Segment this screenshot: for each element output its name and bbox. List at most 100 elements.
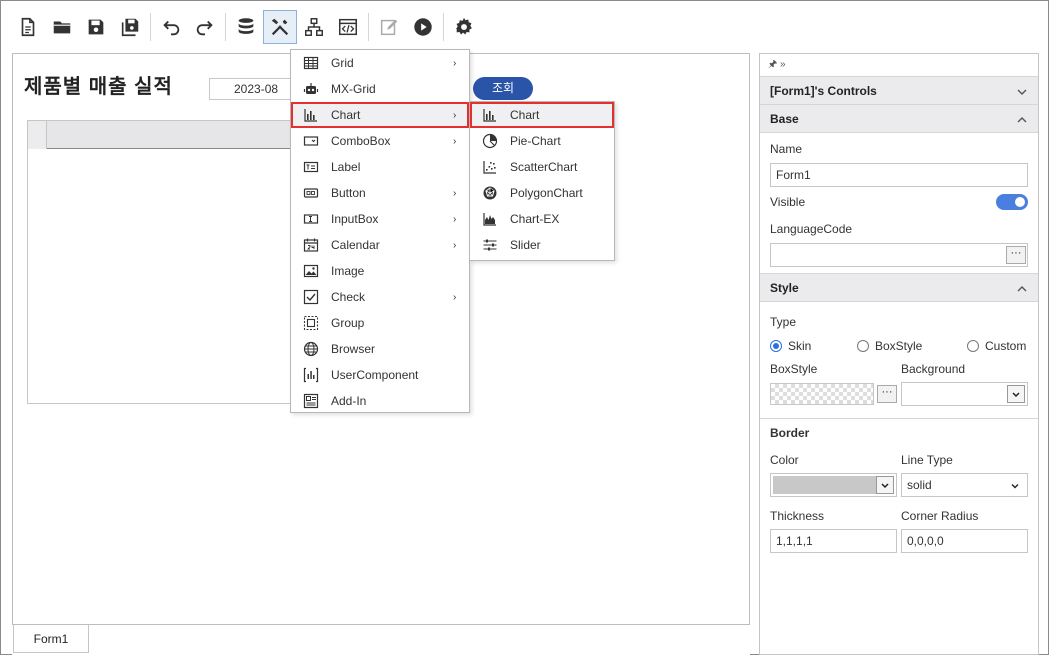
run-button[interactable] [406, 10, 440, 44]
database-button[interactable] [229, 10, 263, 44]
radio-custom-indicator [967, 340, 979, 352]
inputbox-icon [303, 214, 319, 224]
submenu-item-slider[interactable]: Slider [470, 232, 614, 258]
chevron-right-icon: › [453, 239, 457, 251]
menu-item-image[interactable]: Image [291, 258, 469, 284]
menu-item-add-in[interactable]: Add-In [291, 388, 469, 414]
menu-item-usercomponent[interactable]: UserComponent [291, 362, 469, 388]
menu-item-calendar[interactable]: Calendar › [291, 232, 469, 258]
pie-chart-icon [482, 133, 498, 149]
radio-boxstyle-label: BoxStyle [875, 339, 923, 353]
section-style-label: Style [770, 281, 799, 295]
chevron-right-icon: › [453, 187, 457, 199]
section-base-header[interactable]: Base [760, 104, 1038, 133]
chevron-up-icon [1017, 117, 1027, 123]
area-chart-icon [483, 213, 496, 226]
grid-icon [303, 56, 319, 70]
menu-item-chart[interactable]: Chart › [291, 102, 469, 128]
name-field[interactable]: Form1 [770, 163, 1028, 187]
panel-title-label: [Form1]'s Controls [770, 84, 877, 98]
settings-button[interactable] [447, 10, 481, 44]
menu-item-button[interactable]: Button › [291, 180, 469, 206]
dropdown-button[interactable] [876, 476, 894, 494]
save-button[interactable] [79, 10, 113, 44]
language-code-field[interactable] [770, 243, 1028, 267]
tab-form1[interactable]: Form1 [13, 625, 89, 653]
submenu-item-chart[interactable]: Chart [470, 102, 614, 128]
open-folder-icon [53, 21, 71, 34]
section-style-header[interactable]: Style [760, 273, 1038, 302]
menu-item-group[interactable]: Group [291, 310, 469, 336]
gear-icon [456, 17, 472, 35]
menu-item-check[interactable]: Check › [291, 284, 469, 310]
save-all-icon [121, 18, 139, 37]
menu-item-label: InputBox [331, 212, 379, 226]
grid-control[interactable] [27, 120, 327, 404]
run-icon [414, 18, 432, 36]
menu-item-browser[interactable]: Browser [291, 336, 469, 362]
menu-item-label: ComboBox [331, 134, 391, 148]
menu-item-label: Button [331, 186, 366, 200]
submenu-item-pie-chart[interactable]: Pie-Chart [470, 128, 614, 154]
add-in-icon [303, 393, 319, 409]
dropdown-button[interactable] [1007, 385, 1025, 403]
submenu-item-chart-ex[interactable]: Chart-EX [470, 206, 614, 232]
visible-label: Visible [770, 195, 806, 209]
redo-button[interactable] [188, 10, 222, 44]
color-swatch [773, 476, 876, 494]
menu-item-label: Grid [331, 56, 354, 70]
submenu-item-polygonchart[interactable]: PolygonChart [470, 180, 614, 206]
redo-icon [196, 20, 213, 36]
color-label: Color [770, 453, 799, 467]
save-all-button[interactable] [113, 10, 147, 44]
chevron-down-icon [1011, 484, 1019, 489]
radio-custom-label: Custom [985, 339, 1027, 353]
radio-boxstyle[interactable]: BoxStyle [857, 339, 922, 353]
visible-toggle[interactable] [996, 194, 1028, 210]
radio-custom[interactable]: Custom [967, 339, 1026, 353]
boxstyle-browse-button[interactable]: ··· [877, 385, 897, 403]
menu-item-label[interactable]: Label [291, 154, 469, 180]
tools-button[interactable] [263, 10, 297, 44]
code-icon [339, 18, 357, 36]
image-icon [303, 264, 319, 278]
background-color-select[interactable] [901, 382, 1028, 406]
pin-icon[interactable]: 🖈 » [768, 57, 786, 74]
radio-skin[interactable]: Skin [770, 339, 811, 353]
line-type-select[interactable]: solid [901, 473, 1028, 497]
checkbox-icon [303, 289, 319, 305]
language-code-browse-button[interactable]: ··· [1006, 246, 1026, 264]
menu-item-grid[interactable]: Grid › [291, 50, 469, 76]
button-icon [303, 188, 319, 198]
radio-boxstyle-indicator [857, 340, 869, 352]
date-input[interactable]: 2023-08 [209, 78, 299, 100]
divider [760, 418, 1038, 419]
chevron-down-icon [1012, 392, 1020, 398]
border-color-select[interactable] [770, 473, 897, 497]
menu-item-combobox[interactable]: ComboBox › [291, 128, 469, 154]
corner-radius-field[interactable]: 0,0,0,0 [901, 529, 1028, 553]
grid-corner [28, 121, 47, 149]
globe-icon [303, 341, 319, 357]
new-file-button[interactable] [11, 10, 45, 44]
robot-icon [303, 83, 319, 94]
hierarchy-button[interactable] [297, 10, 331, 44]
chevron-right-icon: › [453, 135, 457, 147]
background-label: Background [901, 362, 966, 376]
code-button[interactable] [331, 10, 365, 44]
chevron-down-icon [1017, 89, 1027, 95]
panel-title[interactable]: [Form1]'s Controls [760, 76, 1038, 105]
edit-button[interactable] [372, 10, 406, 44]
form-title: 제품별 매출 실적 [24, 76, 173, 98]
submenu-item-label: Chart-EX [510, 212, 560, 226]
thickness-field[interactable]: 1,1,1,1 [770, 529, 897, 553]
toolbar-separator [150, 13, 151, 41]
open-folder-button[interactable] [45, 10, 79, 44]
menu-item-inputbox[interactable]: InputBox › [291, 206, 469, 232]
submenu-item-scatterchart[interactable]: ScatterChart [470, 154, 614, 180]
undo-button[interactable] [154, 10, 188, 44]
submenu-item-label: PolygonChart [510, 186, 583, 200]
bar-chart-icon [483, 109, 496, 122]
search-button[interactable]: 조회 [473, 77, 533, 100]
menu-item-mx-grid[interactable]: MX-Grid [291, 76, 469, 102]
